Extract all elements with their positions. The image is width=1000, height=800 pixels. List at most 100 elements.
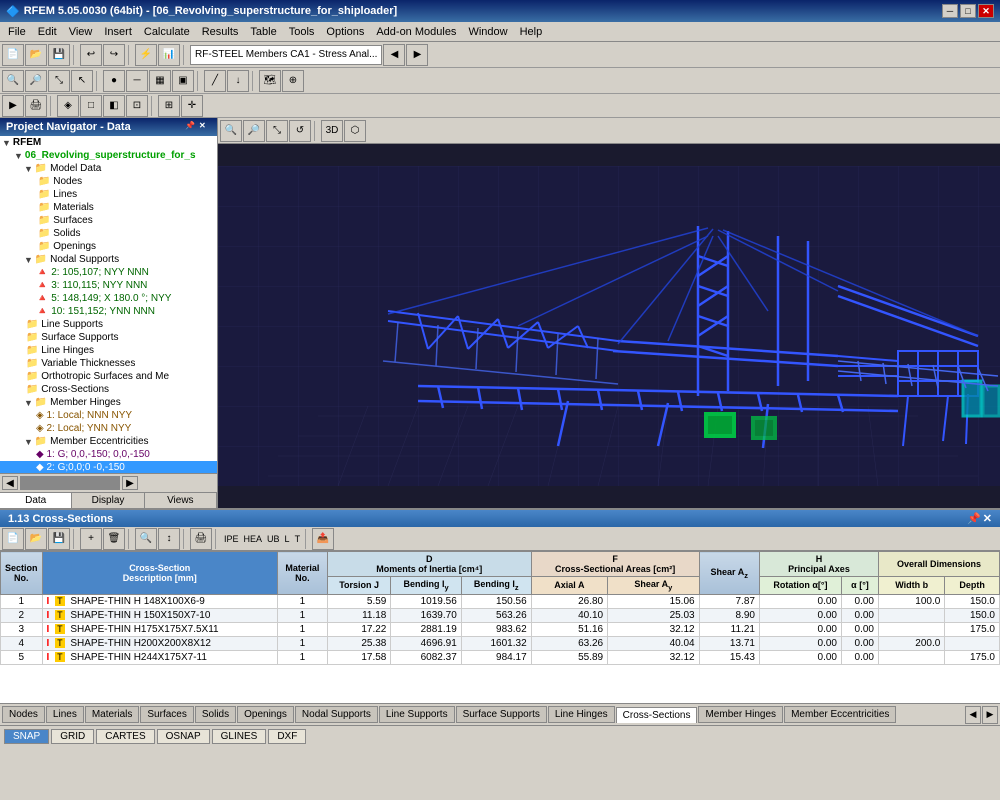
tab-member-eccentricities[interactable]: Member Eccentricities [784, 706, 896, 723]
status-btn-glines[interactable]: GLINES [212, 729, 267, 744]
nav-tab-data[interactable]: Data [0, 493, 72, 508]
tab-surfaces[interactable]: Surfaces [140, 706, 193, 723]
nav-rfem-root[interactable]: ▼ RFEM [0, 136, 217, 149]
table-export-btn[interactable]: 📤 [312, 528, 334, 550]
node-btn[interactable]: ● [103, 70, 125, 92]
tab-nodes[interactable]: Nodes [2, 706, 45, 723]
line-btn[interactable]: ─ [126, 70, 148, 92]
table-save-btn[interactable]: 💾 [48, 528, 70, 550]
view-zoom-in[interactable]: 🔍 [220, 120, 242, 142]
tab-scroll-left[interactable]: ◀ [965, 706, 981, 724]
calc-btn[interactable]: ⚡ [135, 44, 157, 66]
bottom-table-area[interactable]: SectionNo. Cross-SectionDescription [mm]… [0, 551, 1000, 703]
table-add-btn[interactable]: + [80, 528, 102, 550]
save-btn[interactable]: 💾 [48, 44, 70, 66]
top-btn[interactable]: ⊡ [126, 95, 148, 117]
canvas-3d[interactable] [218, 144, 1000, 508]
grid-btn[interactable]: ⊞ [158, 95, 180, 117]
nav-left-btn[interactable]: ◀ [383, 44, 405, 66]
status-btn-grid[interactable]: GRID [51, 729, 94, 744]
minimize-button[interactable]: ─ [942, 4, 958, 18]
nav-nodes[interactable]: 📁 Nodes [0, 175, 217, 188]
nav-member-eccentricities[interactable]: ▼ 📁 Member Eccentricities [0, 435, 217, 448]
nav-surface-supports[interactable]: 📁 Surface Supports [0, 331, 217, 344]
tab-openings[interactable]: Openings [237, 706, 294, 723]
nav-orthotropic[interactable]: 📁 Orthotropic Surfaces and Me [0, 370, 217, 383]
load-btn[interactable]: ↓ [227, 70, 249, 92]
view-3d[interactable]: 3D [321, 120, 343, 142]
nav-hinge-1[interactable]: ◈ 1: Local; NNN NYY [0, 409, 217, 422]
tab-cross-sections[interactable]: Cross-Sections [616, 707, 698, 723]
status-btn-osnap[interactable]: OSNAP [157, 729, 210, 744]
view-btn1[interactable]: 🔍 [2, 70, 24, 92]
menu-item-calculate[interactable]: Calculate [138, 24, 196, 40]
menu-item-results[interactable]: Results [196, 24, 245, 40]
solid-btn[interactable]: ▣ [172, 70, 194, 92]
menu-item-edit[interactable]: Edit [32, 24, 63, 40]
status-btn-snap[interactable]: SNAP [4, 729, 49, 744]
view-zoom-out[interactable]: 🔎 [243, 120, 265, 142]
nav-support-1[interactable]: 🔺 2: 105,107; NYY NNN [0, 266, 217, 279]
nav-project-root[interactable]: ▼ 06_Revolving_superstructure_for_s [0, 149, 217, 162]
status-btn-dxf[interactable]: DXF [268, 729, 306, 744]
iso-btn[interactable]: ◈ [57, 95, 79, 117]
menu-item-add-on-modules[interactable]: Add-on Modules [370, 24, 462, 40]
side-btn[interactable]: ◧ [103, 95, 125, 117]
nav-solids[interactable]: 📁 Solids [0, 227, 217, 240]
menu-item-table[interactable]: Table [244, 24, 282, 40]
tab-line-hinges[interactable]: Line Hinges [548, 706, 615, 723]
front-btn[interactable]: □ [80, 95, 102, 117]
nav-scroll-left[interactable]: ◀ [2, 476, 18, 490]
nav-eccen-1[interactable]: ◆ 1: G; 0,0,-150; 0,0,-150 [0, 448, 217, 461]
table-sort-btn[interactable]: ↕ [158, 528, 180, 550]
nav-tab-display[interactable]: Display [72, 493, 144, 508]
print-btn[interactable]: 🖨 [25, 95, 47, 117]
surface-btn[interactable]: ▦ [149, 70, 171, 92]
member-btn[interactable]: ╱ [204, 70, 226, 92]
close-button[interactable]: ✕ [978, 4, 994, 18]
tab-materials[interactable]: Materials [85, 706, 140, 723]
maximize-button[interactable]: □ [960, 4, 976, 18]
nav-eccen-2[interactable]: ◆ 2: G;0,0;0 -0,-150 [0, 461, 217, 473]
nav-materials[interactable]: 📁 Materials [0, 201, 217, 214]
snap-btn[interactable]: ✛ [181, 95, 203, 117]
table-row[interactable]: 4 I T SHAPE-THIN H200X200X8X12 1 25.38 4… [1, 636, 1000, 650]
nav-close-btn[interactable]: ✕ [199, 121, 211, 133]
redo-btn[interactable]: ↪ [103, 44, 125, 66]
axis-btn[interactable]: ⊕ [282, 70, 304, 92]
table-row[interactable]: 2 I T SHAPE-THIN H 150X150X7-10 1 11.18 … [1, 608, 1000, 622]
tab-surface-supports[interactable]: Surface Supports [456, 706, 547, 723]
nav-line-supports[interactable]: 📁 Line Supports [0, 318, 217, 331]
nav-variable-thick[interactable]: 📁 Variable Thicknesses [0, 357, 217, 370]
open-btn[interactable]: 📂 [25, 44, 47, 66]
nav-right-btn[interactable]: ▶ [406, 44, 428, 66]
nav-model-data[interactable]: ▼ 📁 Model Data [0, 162, 217, 175]
table-row[interactable]: 5 I T SHAPE-THIN H244X175X7-11 1 17.58 6… [1, 650, 1000, 664]
table-filter-btn[interactable]: 🔍 [135, 528, 157, 550]
tab-line-supports[interactable]: Line Supports [379, 706, 455, 723]
view-btn2[interactable]: 🔎 [25, 70, 47, 92]
nav-scroll-right[interactable]: ▶ [122, 476, 138, 490]
view-wire[interactable]: ⬡ [344, 120, 366, 142]
3d-btn[interactable]: 🗺 [259, 70, 281, 92]
view-btn3[interactable]: ⤡ [48, 70, 70, 92]
nav-cross-sections[interactable]: 📁 Cross-Sections [0, 383, 217, 396]
panel-close-btn[interactable]: ✕ [983, 512, 992, 525]
menu-item-options[interactable]: Options [320, 24, 370, 40]
new-btn[interactable]: 📄 [2, 44, 24, 66]
table-row[interactable]: 1 I T SHAPE-THIN H 148X100X6-9 1 5.59 10… [1, 594, 1000, 608]
nav-nodal-supports[interactable]: ▼ 📁 Nodal Supports [0, 253, 217, 266]
nav-pin-btn[interactable]: 📌 [185, 121, 197, 133]
table-del-btn[interactable]: 🗑 [103, 528, 125, 550]
undo-btn[interactable]: ↩ [80, 44, 102, 66]
nav-hinge-2[interactable]: ◈ 2: Local; YNN NYY [0, 422, 217, 435]
nav-line-hinges[interactable]: 📁 Line Hinges [0, 344, 217, 357]
nav-lines[interactable]: 📁 Lines [0, 188, 217, 201]
table-print-btn[interactable]: 🖨 [190, 528, 212, 550]
view-rotate[interactable]: ↺ [289, 120, 311, 142]
nav-support-4[interactable]: 🔺 10: 151,152; YNN NNN [0, 305, 217, 318]
menu-item-file[interactable]: File [2, 24, 32, 40]
select-btn[interactable]: ↖ [71, 70, 93, 92]
tab-member-hinges[interactable]: Member Hinges [698, 706, 783, 723]
nav-support-3[interactable]: 🔺 5: 148,149; X 180.0 °; NYY [0, 292, 217, 305]
